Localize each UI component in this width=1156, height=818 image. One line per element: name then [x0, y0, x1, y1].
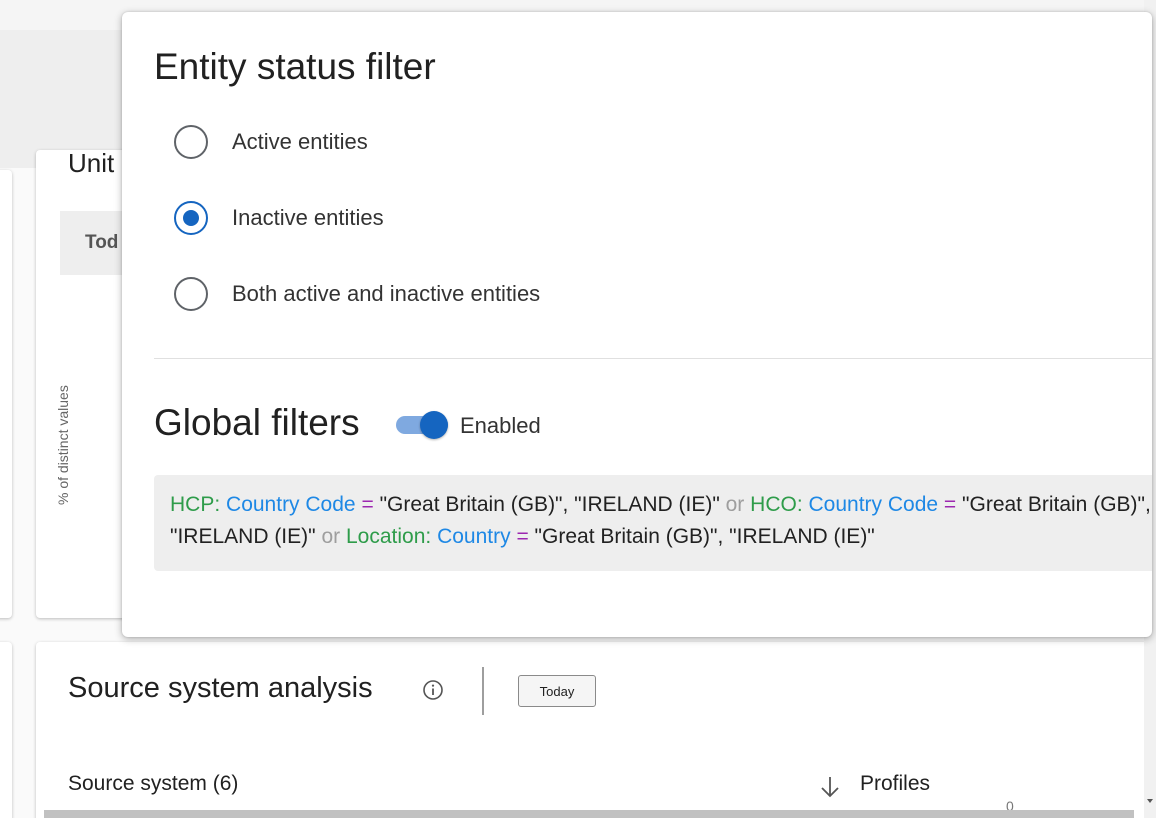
radio-inactive-entities[interactable]: Inactive entities: [174, 198, 384, 238]
entity-status-filter-popup: Entity status filter Active entities Ina…: [122, 12, 1152, 637]
popup-title: Entity status filter: [154, 46, 436, 87]
filter-line-1: HCP: Country Code = "Great Britain (GB)"…: [170, 489, 1152, 521]
filter-expression-text: HCP: Country Code = "Great Britain (GB)"…: [170, 489, 1152, 553]
source-system-title: Source system analysis: [68, 672, 373, 704]
info-circle-icon[interactable]: [422, 679, 444, 701]
y-axis-label: % of distinct values: [55, 385, 71, 505]
section-divider: [154, 358, 1152, 359]
column-header-source-system[interactable]: Source system (6): [68, 772, 238, 796]
toggle-label: Enabled: [460, 413, 541, 438]
filter-operator: =: [361, 493, 374, 516]
radio-button-selected[interactable]: [174, 201, 208, 235]
filter-value: "Great Britain (GB)",: [962, 493, 1151, 516]
radio-both-entities[interactable]: Both active and inactive entities: [174, 274, 540, 314]
column-header-profiles[interactable]: Profiles: [860, 772, 930, 796]
radio-label: Active entities: [232, 129, 368, 154]
horizontal-scrollbar[interactable]: [44, 810, 1134, 818]
filter-line-2: "IRELAND (IE)" or Location: Country = "G…: [170, 521, 1152, 553]
radio-button[interactable]: [174, 125, 208, 159]
filter-or: or: [321, 525, 341, 548]
filter-operator: =: [943, 493, 957, 516]
radio-active-entities[interactable]: Active entities: [174, 122, 368, 162]
left-panel-card: [0, 170, 12, 618]
filter-attribute: Country Code: [808, 493, 939, 516]
screen: Unit Tod % of distinct values Source sys…: [0, 0, 1156, 818]
global-filter-expression: HCP: Country Code = "Great Britain (GB)"…: [154, 475, 1152, 571]
today-button[interactable]: Today: [518, 675, 596, 707]
uniqueness-card-title: Unit: [68, 148, 115, 178]
filter-value: "Great Britain (GB)", "IRELAND (IE)": [534, 525, 875, 548]
arrow-down-icon[interactable]: [818, 774, 842, 800]
period-tab-label: Tod: [85, 232, 119, 253]
filter-value: "IRELAND (IE)": [170, 525, 316, 548]
filter-value: "Great Britain (GB)", "IRELAND (IE)": [379, 493, 720, 516]
filter-attribute: Country Code: [226, 493, 356, 516]
title-divider: [482, 667, 484, 715]
global-filters-toggle[interactable]: [394, 410, 452, 440]
left-panel-card-lower: [0, 642, 12, 818]
filter-attribute: Country: [437, 525, 511, 548]
toggle-knob[interactable]: [420, 411, 448, 439]
global-filters-title: Global filters: [154, 402, 360, 443]
radio-label: Both active and inactive entities: [232, 281, 541, 306]
filter-entity: HCP:: [170, 493, 221, 516]
radio-label: Inactive entities: [232, 205, 384, 230]
filter-entity: Location:: [345, 525, 432, 548]
filter-or: or: [725, 493, 745, 516]
filter-entity: HCO:: [750, 493, 803, 516]
scroll-down-icon[interactable]: [1146, 797, 1154, 805]
radio-button[interactable]: [174, 277, 208, 311]
filter-operator: =: [516, 525, 529, 548]
